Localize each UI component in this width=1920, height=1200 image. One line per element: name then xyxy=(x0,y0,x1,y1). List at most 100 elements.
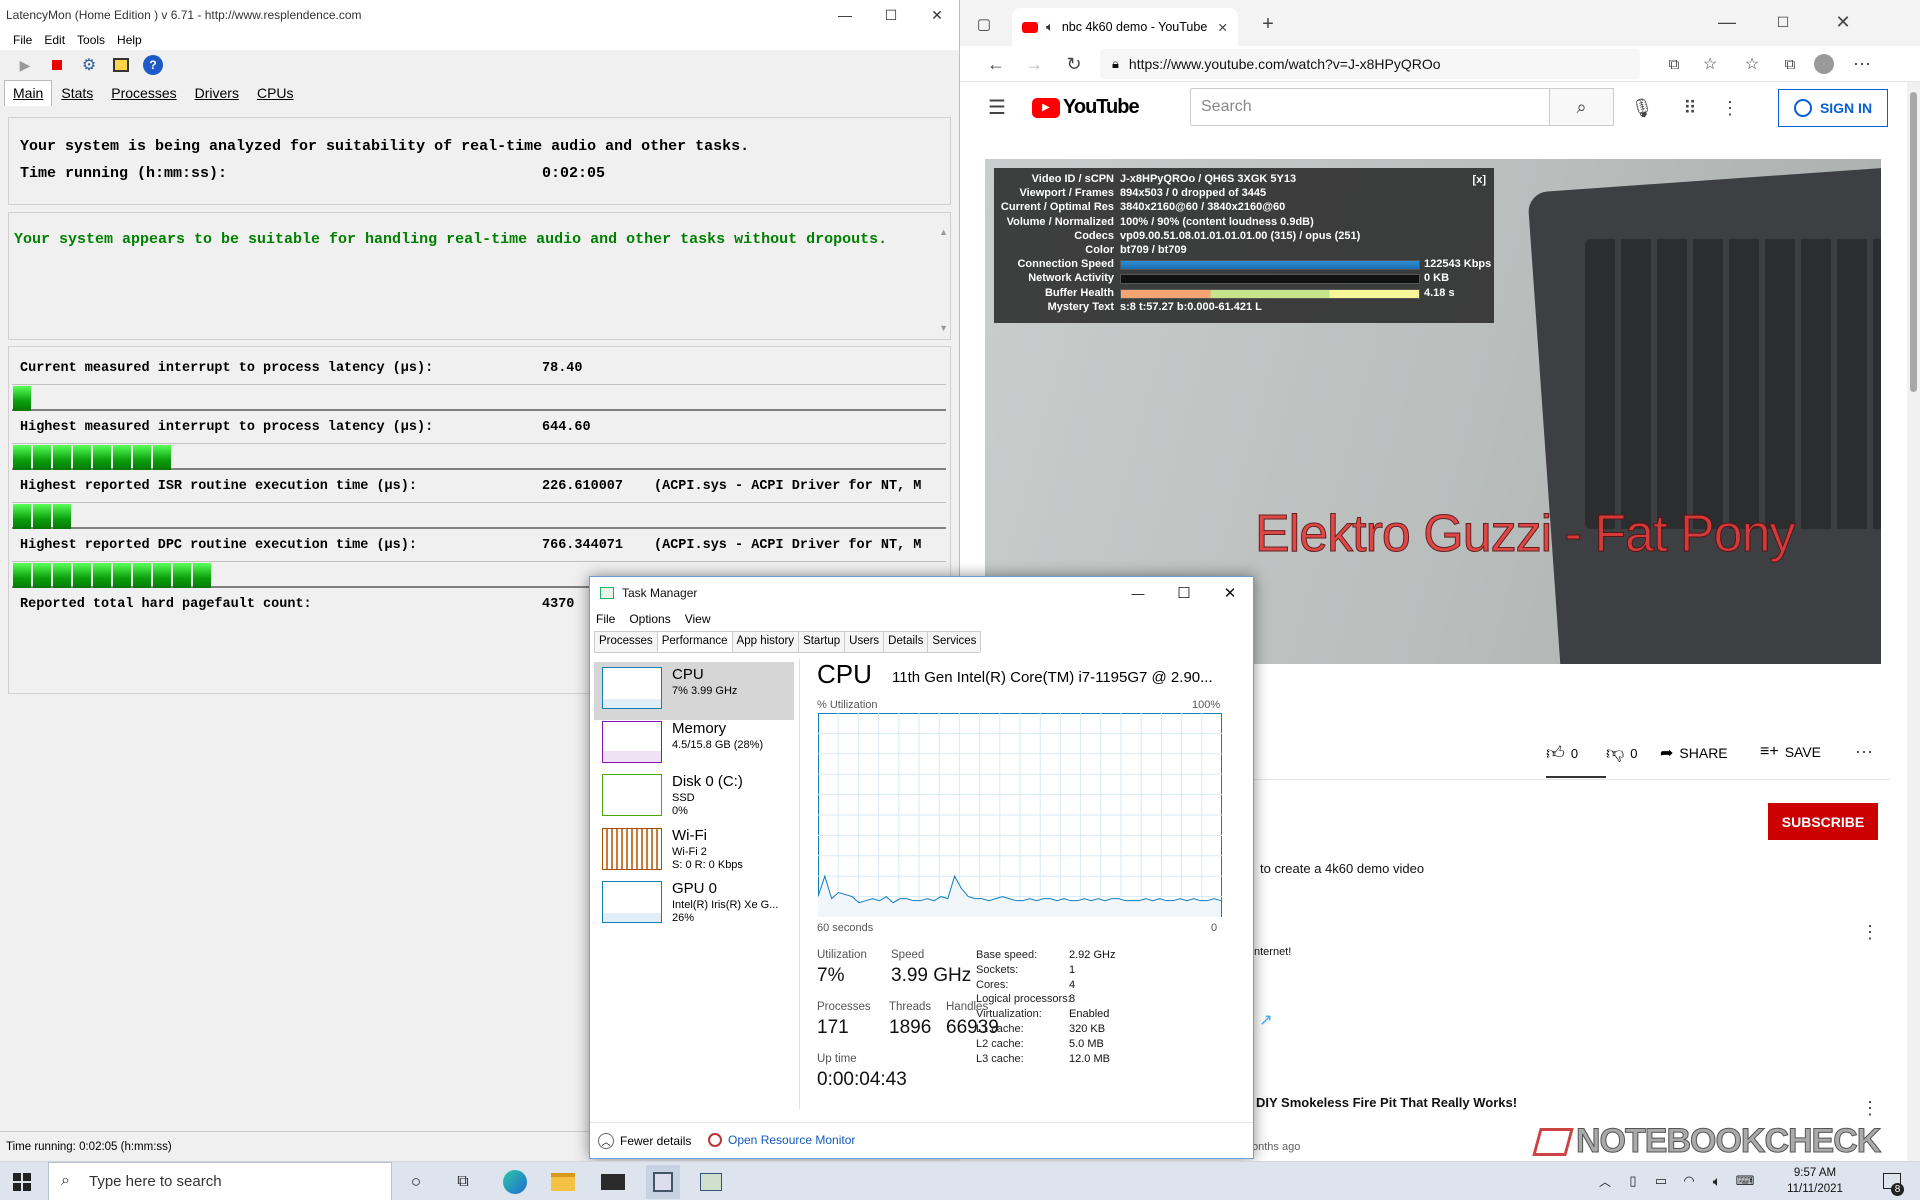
close-icon[interactable]: ✕ xyxy=(914,0,960,30)
search-input[interactable]: Search xyxy=(1190,88,1550,126)
sidebar-item-cpu[interactable]: CPU 7% 3.99 GHz xyxy=(594,662,794,720)
notification-center-button[interactable]: 8 xyxy=(1880,1170,1904,1196)
driver-icon[interactable]: ⚙ xyxy=(78,54,100,76)
settings-more-icon[interactable]: ⋮ xyxy=(1716,94,1744,122)
task-manager-taskbar-icon[interactable] xyxy=(694,1165,728,1199)
favorite-icon[interactable]: ☆ xyxy=(1698,52,1722,76)
menu-options[interactable]: Options xyxy=(629,612,670,626)
forward-icon[interactable]: → xyxy=(1022,52,1046,76)
sidebar-item-memory[interactable]: Memory 4.5/15.8 GB (28%) xyxy=(594,716,794,774)
maximize-icon[interactable]: ☐ xyxy=(1172,581,1196,605)
youtube-logo[interactable]: ▶ YouTube xyxy=(1032,96,1140,119)
minimize-icon[interactable]: — xyxy=(822,0,868,30)
menu-view[interactable]: View xyxy=(685,612,711,626)
scrollbar-thumb[interactable] xyxy=(1910,92,1917,392)
more-icon[interactable]: ⋯ xyxy=(1850,52,1874,76)
tab-stats[interactable]: Stats xyxy=(52,80,102,106)
cortana-icon[interactable]: ○ xyxy=(404,1170,428,1194)
microphone-icon[interactable]: 🎙︎ xyxy=(1628,94,1656,122)
favorites-icon[interactable]: ☆ xyxy=(1740,52,1764,76)
sidebar-item-gpu-0[interactable]: GPU 0 Intel(R) Iris(R) Xe G... 26% xyxy=(594,876,794,934)
stop-icon[interactable] xyxy=(46,54,68,76)
url-field[interactable]: 🔒︎ https://www.youtube.com/watch?v=J-x8H… xyxy=(1100,49,1640,79)
menu-edit[interactable]: Edit xyxy=(44,33,65,47)
menu-help[interactable]: Help xyxy=(117,33,142,47)
close-icon[interactable]: ✕ xyxy=(1218,581,1242,605)
maximize-icon[interactable]: ☐ xyxy=(868,0,914,30)
tab-processes[interactable]: Processes xyxy=(102,80,185,106)
sidebar-item-disk-0-c[interactable]: Disk 0 (C:) SSD 0% xyxy=(594,769,794,827)
menu-icon[interactable]: ☰ xyxy=(984,94,1010,120)
menu-file[interactable]: File xyxy=(13,33,32,47)
tab-users[interactable]: Users xyxy=(844,631,885,652)
menu-file[interactable]: File xyxy=(596,612,615,626)
menu-tools[interactable]: Tools xyxy=(77,33,105,47)
share-button[interactable]: ➦ SHARE xyxy=(1660,743,1728,763)
profile-icon[interactable] xyxy=(1812,52,1836,76)
back-icon[interactable]: ← xyxy=(984,52,1008,76)
taskbar-search-input[interactable]: ⌕ Type here to search xyxy=(48,1162,392,1200)
tab-main[interactable]: Main xyxy=(4,80,53,106)
keyboard-icon[interactable]: ⌨ xyxy=(1736,1172,1755,1190)
volume-icon[interactable]: 🔈︎ xyxy=(1708,1172,1726,1190)
battery-icon[interactable]: ▭ xyxy=(1652,1172,1670,1190)
sidebar-item-wi-fi[interactable]: Wi-Fi Wi-Fi 2 S: 0 R: 0 Kbps xyxy=(594,823,794,881)
latencymon-toolbar: ▶ ⚙ ? xyxy=(0,50,959,80)
tab-drivers[interactable]: Drivers xyxy=(186,80,248,106)
latencymon-taskbar-icon[interactable] xyxy=(646,1165,680,1199)
collections-icon[interactable]: ⧉ xyxy=(1778,52,1802,76)
like-button[interactable]: 👍︎ 0 xyxy=(1546,742,1578,764)
browser-tab[interactable]: 🔈︎ nbc 4k60 demo - YouTube ✕ xyxy=(1012,8,1238,46)
tab-performance[interactable]: Performance xyxy=(656,631,733,652)
stats-close-button[interactable]: [x] xyxy=(1473,174,1486,186)
tab-startup[interactable]: Startup xyxy=(798,631,846,652)
edge-icon[interactable] xyxy=(500,1167,530,1197)
save-button[interactable]: ≡+ SAVE xyxy=(1760,743,1821,761)
comment-more-icon[interactable]: ⋮ xyxy=(1860,920,1880,944)
subscribe-button[interactable]: SUBSCRIBE xyxy=(1768,803,1878,840)
play-icon[interactable]: ▶ xyxy=(14,54,36,76)
mail-icon[interactable] xyxy=(598,1167,628,1197)
tab-processes[interactable]: Processes xyxy=(594,631,658,652)
cpu-detail-pane: CPU 11th Gen Intel(R) Core(TM) i7-1195G7… xyxy=(817,659,1250,1109)
help-icon[interactable]: ? xyxy=(142,54,164,76)
refresh-icon[interactable]: ↻ xyxy=(1062,52,1086,76)
maximize-icon[interactable]: ☐ xyxy=(1768,10,1798,34)
search-button[interactable]: ⌕ xyxy=(1550,88,1614,126)
task-view-icon[interactable]: ⧉ xyxy=(451,1170,475,1194)
minimize-icon[interactable]: — xyxy=(1126,581,1150,605)
fewer-details-button[interactable]: ︿ Fewer details xyxy=(598,1133,691,1149)
dislike-button[interactable]: 👎︎ 0 xyxy=(1606,742,1638,764)
clock[interactable]: 9:57 AM 11/11/2021 xyxy=(1770,1165,1860,1197)
minimize-icon[interactable]: — xyxy=(1712,10,1742,34)
tab-actions-icon[interactable]: ▢ xyxy=(974,14,994,34)
tab-services[interactable]: Services xyxy=(927,631,982,652)
tab-details[interactable]: Details xyxy=(883,631,929,652)
suggestion-title[interactable]: DIY Smokeless Fire Pit That Really Works… xyxy=(1256,1095,1517,1110)
tab-app-history[interactable]: App history xyxy=(731,631,800,652)
page-scrollbar[interactable] xyxy=(1907,82,1920,1161)
tray-overflow-icon[interactable]: ︿ xyxy=(1596,1172,1614,1190)
apps-available-icon[interactable]: ⧉ xyxy=(1662,52,1686,76)
sidebar-item-detail: 4.5/15.8 GB (28%) xyxy=(672,738,764,751)
new-tab-icon[interactable]: + xyxy=(1256,12,1280,36)
scroll-down-icon[interactable]: ▼ xyxy=(939,323,948,333)
speaker-icon[interactable]: 🔈︎ xyxy=(1046,19,1054,35)
phone-icon[interactable]: ▯ xyxy=(1624,1172,1642,1190)
scroll-up-icon[interactable]: ▲ xyxy=(939,227,948,237)
close-icon[interactable]: ✕ xyxy=(1828,10,1858,34)
suggestion-more-icon[interactable]: ⋮ xyxy=(1860,1096,1880,1120)
wifi-icon[interactable]: ◠ xyxy=(1680,1172,1698,1190)
file-explorer-icon[interactable] xyxy=(548,1167,578,1197)
graph-x-label: 60 seconds xyxy=(817,922,874,934)
apps-icon[interactable]: ⠿ xyxy=(1676,94,1704,122)
sign-in-button[interactable]: SIGN IN xyxy=(1778,89,1888,127)
tab-close-icon[interactable]: ✕ xyxy=(1218,20,1228,35)
windows-icon[interactable] xyxy=(110,54,132,76)
more-actions-icon[interactable]: ⋯ xyxy=(1854,740,1874,764)
start-button[interactable] xyxy=(10,1170,34,1194)
open-resource-monitor-link[interactable]: Open Resource Monitor xyxy=(708,1133,855,1147)
external-link-icon[interactable]: ↗ xyxy=(1256,1010,1276,1030)
spec-value: 8 xyxy=(1069,993,1076,1006)
tab-cpus[interactable]: CPUs xyxy=(248,80,303,106)
